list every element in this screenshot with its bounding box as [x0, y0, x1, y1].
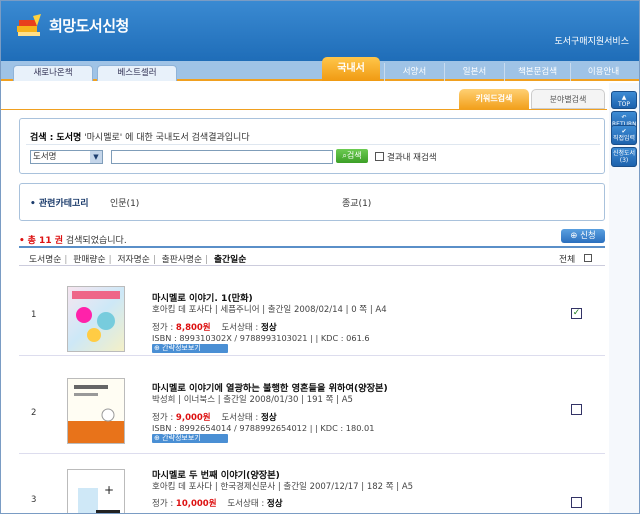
header: 희망도서신청 도서구매지원서비스 [1, 1, 639, 61]
sort-publisher[interactable]: 출판사명순 [162, 255, 202, 265]
search-field-value: 도서명 [33, 152, 57, 162]
search-divider [26, 144, 600, 145]
apply-button[interactable]: ⊕ 신청 [561, 229, 605, 243]
window: 희망도서신청 도서구매지원서비스 새로나온책 베스트셀러 서양서 일본서 책본문… [0, 0, 640, 514]
book-meta: 호아킴 데 포사다 | 한국경제신문사 | 출간일 2007/12/17 | 1… [152, 482, 414, 492]
book-price: 정가 : 10,000원 도서상태 : 정상 [152, 499, 283, 509]
category-title: • 관련카테고리 [30, 199, 89, 209]
bullet-icon: • [19, 236, 25, 246]
search-label: 검색 : 도서명 [30, 133, 82, 143]
book-meta: 호아킴 데 포사다 | 세픔주니어 | 출간일 2008/02/14 | 0 쪽… [152, 305, 387, 315]
row-checkbox[interactable] [571, 497, 582, 508]
top-button[interactable]: ▲ TOP [611, 91, 637, 109]
main-content: 키워드검색 분야별검색 검색 : 도서명 '마시멜로' 에 대한 국내도서 검색… [1, 83, 609, 513]
book-cover-art [68, 385, 124, 443]
bullet-icon: • [30, 199, 36, 209]
category-box: • 관련카테고리 인문(1) 종교(1) [19, 183, 605, 221]
book-isbn: ISBN : 899310302X / 9788993103021 | | KD… [152, 333, 370, 343]
subtab-keyword-search[interactable]: 키워드검색 [459, 89, 529, 109]
result-suffix: 검색되었습니다. [65, 236, 127, 246]
category-religion[interactable]: 종교(1) [342, 196, 371, 209]
book-title[interactable]: 마시멜로 이야기에 열광하는 불행한 영혼들을 위하여(양장본) [152, 380, 388, 394]
select-all-checkbox[interactable] [584, 254, 592, 262]
table-row: 2 마시멜로 이야기에 열광하는 불행한 영혼들을 위하여(양장본) 박성희 |… [19, 356, 605, 454]
tab-bestseller[interactable]: 베스트셀러 [97, 65, 177, 81]
books-logo-icon [17, 14, 41, 36]
book-isbn: ISBN : 8992654014 / 9788992654012 | | KD… [152, 423, 375, 433]
table-row: 3 + 마시멜로 두 번째 이야기(양장본) 호아킴 데 포사다 | 한국경제신… [19, 455, 605, 513]
row-number: 1 [31, 310, 37, 320]
tab-western[interactable]: 서양서 [384, 63, 444, 81]
row-number: 3 [31, 495, 37, 505]
tab-guide[interactable]: 이용안내 [570, 63, 636, 81]
rescan-label: 결과내 재검색 [387, 153, 437, 163]
brief-info-button[interactable]: ⊕ 간략정보보기 [152, 434, 228, 443]
result-count: • 총 11 권 검색되었습니다. [19, 233, 127, 246]
book-cover-image[interactable]: + [67, 469, 125, 513]
search-input[interactable] [111, 150, 333, 164]
book-price: 정가 : 9,000원 도서상태 : 정상 [152, 413, 277, 423]
search-query-text: '마시멜로' [84, 133, 123, 143]
brief-info-button[interactable]: ⊕ 간략정보보기 [152, 344, 228, 353]
category-humanities[interactable]: 인문(1) [110, 196, 139, 209]
book-cover-art: + [78, 483, 120, 513]
sort-bar: 도서명순 | 판매량순 | 저자명순 | 출판사명순 | 출간일순 전체 [19, 246, 605, 266]
table-row: 1 마시멜로 이야기. 1(만화) 호아킴 데 포사다 | 세픔주니어 | 출간… [19, 270, 605, 356]
app-title: 희망도서신청 [49, 17, 129, 35]
select-all-label: 전체 [559, 255, 576, 265]
subtab-divider [1, 109, 607, 110]
tab-new-books[interactable]: 새로나온책 [13, 65, 93, 81]
subtab-field-search[interactable]: 분야별검색 [531, 89, 605, 109]
arrow-up-icon: ▲ [621, 94, 627, 101]
right-quick-bar: ▲TOP ↶RETURN ✔직접입력 신청도서(3) [609, 83, 639, 513]
book-meta: 박성희 | 이너북스 | 출간일 2008/01/30 | 191 쪽 | A5 [152, 395, 353, 405]
search-button[interactable]: ⌕검색 [336, 149, 368, 163]
chevron-down-icon: ▼ [90, 151, 102, 163]
row-checkbox[interactable] [571, 404, 582, 415]
book-cover-art [72, 291, 120, 342]
sort-author[interactable]: 저자명순 [117, 255, 149, 265]
book-title[interactable]: 마시멜로 이야기. 1(만화) [152, 290, 253, 304]
search-suffix: 에 대한 국내도서 검색결과입니다 [125, 133, 250, 143]
tab-japanese[interactable]: 일본서 [444, 63, 504, 81]
search-field-select[interactable]: 도서명 ▼ [30, 150, 103, 164]
book-price: 정가 : 8,800원 도서상태 : 정상 [152, 323, 277, 333]
tab-bar: 새로나온책 베스트셀러 서양서 일본서 책본문검색 이용안내 [1, 61, 639, 81]
svg-text:+: + [104, 483, 114, 497]
check-icon: ✔ [621, 128, 627, 135]
book-cover-image[interactable] [67, 286, 125, 352]
sort-title[interactable]: 도서명순 [29, 255, 61, 265]
book-cover-image[interactable] [67, 378, 125, 444]
rescan-checkbox[interactable] [375, 152, 384, 161]
row-number: 2 [31, 408, 37, 418]
sort-options: 도서명순 | 판매량순 | 저자명순 | 출판사명순 | 출간일순 [29, 255, 247, 265]
result-total: 총 11 권 [27, 236, 63, 246]
tab-fulltext-search[interactable]: 책본문검색 [504, 63, 570, 81]
service-title: 도서구매지원서비스 [554, 37, 629, 47]
row-checkbox[interactable]: ✓ [571, 308, 582, 319]
sort-date[interactable]: 출간일순 [214, 255, 246, 265]
book-title[interactable]: 마시멜로 두 번째 이야기(양장본) [152, 467, 280, 481]
search-box: 검색 : 도서명 '마시멜로' 에 대한 국내도서 검색결과입니다 도서명 ▼ … [19, 118, 605, 174]
tab-domestic[interactable]: 국내서 [322, 57, 380, 81]
direct-input-button[interactable]: ✔ 직접입력 [611, 125, 637, 145]
search-message: 검색 : 도서명 '마시멜로' 에 대한 국내도서 검색결과입니다 [30, 130, 250, 143]
applied-books-button[interactable]: 신청도서(3) [611, 147, 637, 167]
sort-sales[interactable]: 판매량순 [73, 255, 105, 265]
plus-icon: ⊕ [570, 231, 578, 241]
return-arrow-icon: ↶ [621, 114, 627, 121]
